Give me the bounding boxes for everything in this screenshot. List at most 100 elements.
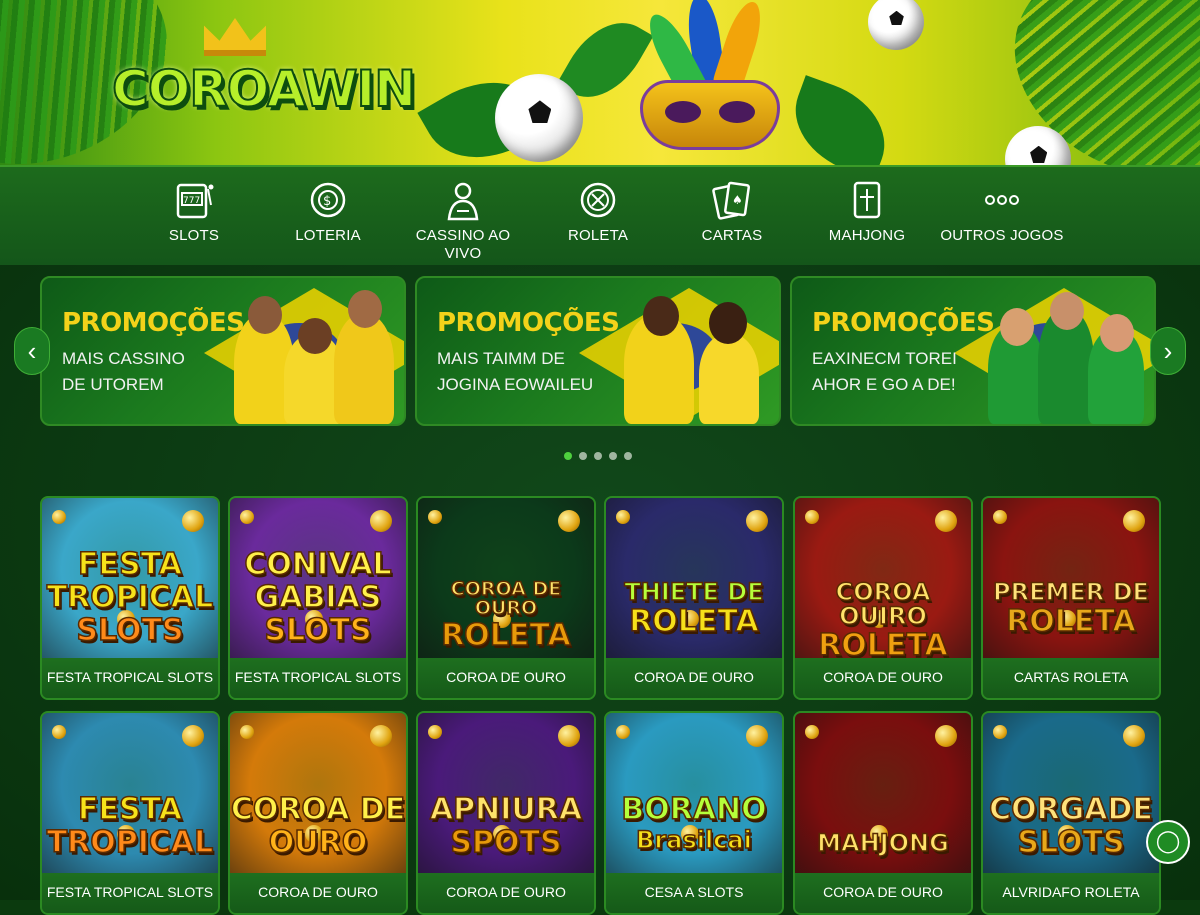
game-art-title-line: BORANO: [621, 792, 768, 827]
game-caption: COROA DE OURO ROLETA: [418, 658, 594, 698]
nav-slots[interactable]: 777 SLOTS: [129, 177, 259, 263]
gold-coin-icon: [558, 510, 580, 532]
game-card[interactable]: COROA DEOURO COROA DE OURO ROLETA: [228, 711, 408, 915]
fan-head: [1100, 314, 1134, 352]
game-art-title: FESTA TROPICAL SLOTS: [42, 547, 218, 649]
chat-bubble-icon: ◯: [1155, 828, 1181, 853]
game-caption: COROA DE OURO ROLETA: [795, 873, 971, 913]
nav-loteria[interactable]: $ LOTERIA: [263, 177, 393, 263]
game-thumbnail: CORGADE SLOTS: [983, 713, 1159, 873]
promo-banner-3[interactable]: PROMOÇÕES EAXINECM TOREI AHOR E GO A DE!: [790, 276, 1156, 426]
gold-coin-icon: [1123, 510, 1145, 532]
promo-title: PROMOÇÕES: [62, 308, 245, 338]
game-thumbnail: CONIVAL GABIAS SLOTS: [230, 498, 406, 658]
nav-cartas[interactable]: ♠ CARTAS: [667, 177, 797, 263]
game-art-title-line: MAHJONG: [816, 829, 949, 857]
nav-cassino-ao-vivo[interactable]: CASSINO AO VIVO: [398, 177, 528, 263]
game-card[interactable]: MAHJONG COROA DE OURO ROLETA: [793, 711, 973, 915]
game-thumbnail: COROA DE OURO ROLETA: [418, 498, 594, 658]
promo-banner-1[interactable]: PROMOÇÕES MAIS CASSINO DE UTOREM: [40, 276, 406, 426]
game-caption: ALVRIDAFO ROLETA: [983, 873, 1159, 913]
nav-roleta[interactable]: ROLETA: [533, 177, 663, 263]
promo-banner-2[interactable]: PROMOÇÕES MAIS TAIMM DE JOGINA EOWAILEU: [415, 276, 781, 426]
gold-coin-icon: [370, 725, 392, 747]
game-card[interactable]: FESTA TROPICAL SLOTS FESTA TROPICAL SLOTS: [40, 496, 220, 700]
game-art-title: MAHJONG: [795, 829, 971, 858]
game-art-title: APNIURA SPOTS: [418, 794, 594, 861]
gold-coin-icon: [935, 510, 957, 532]
promo-subtitle: MAIS TAIMM DE JOGINA EOWAILEU: [437, 349, 594, 394]
chat-support-button[interactable]: ◯: [1146, 820, 1190, 864]
game-art-title-line: ROLETA: [440, 618, 571, 653]
gold-coin-icon: [370, 510, 392, 532]
game-card[interactable]: BORANO Brasilcai CESA A SLOTS: [604, 711, 784, 915]
game-thumbnail: BORANO Brasilcai: [606, 713, 782, 873]
game-art-title-line: FESTA: [77, 547, 182, 582]
game-thumbnail: MAHJONG: [795, 713, 971, 873]
game-thumbnail: THIETE DE ROLETA: [606, 498, 782, 658]
gold-coin-icon: [746, 725, 768, 747]
nav-mahjong[interactable]: MAHJONG: [802, 177, 932, 263]
gold-coin-icon: [52, 510, 66, 524]
game-art-title-line: TROPICAL: [46, 825, 214, 860]
game-art-title-line: PREMER DE: [992, 578, 1149, 606]
game-art-title-line: COROA DE: [230, 792, 406, 827]
live-dealer-icon: [443, 177, 483, 223]
carousel-dot[interactable]: [624, 452, 632, 460]
game-caption: COROA DE OURO ROLETA: [418, 873, 594, 913]
game-art-title-line: THIETE DE: [624, 578, 765, 606]
carousel-pagination: [564, 447, 639, 460]
game-art-title-line: CORGADE: [988, 792, 1153, 827]
gold-coin-icon: [240, 725, 254, 739]
game-card[interactable]: COROA OUIROROLETACOROA DE OURO ROLETA: [793, 496, 973, 700]
nav-outros-jogos[interactable]: OUTROS JOGOS: [937, 177, 1067, 263]
game-art-title: COROA DE OURO: [230, 792, 406, 861]
gold-coin-icon: [805, 510, 819, 524]
gold-coin-icon: [805, 725, 819, 739]
carnival-mask: [640, 80, 780, 150]
game-card[interactable]: COROA DE OUROROLETACOROA DE OURO ROLETA: [416, 496, 596, 700]
game-art-title-line: OURO: [268, 825, 368, 860]
game-art-title-line: FESTA: [77, 792, 182, 827]
game-card[interactable]: APNIURASPOTS COROA DE OURO ROLETA: [416, 711, 596, 915]
carousel-dot[interactable]: [564, 452, 572, 460]
promo-subtitle: EAXINECM TOREI AHOR E GO A DE!: [812, 349, 957, 394]
game-thumbnail: FESTA TROPICAL: [42, 713, 218, 873]
category-nav: 777 SLOTS $ LOTERIA CASSINO AO VIVO ROLE…: [0, 165, 1200, 265]
game-card[interactable]: PREMER DE ROLETA CARTAS ROLETA: [981, 496, 1161, 700]
gold-coin-icon: [558, 725, 580, 747]
game-caption: FESTA TROPICAL SLOTS: [42, 873, 218, 913]
carousel-next-button[interactable]: ›: [1150, 327, 1186, 375]
nav-label: LOTERIA: [295, 227, 361, 244]
game-caption: FESTA TROPICAL SLOTS: [42, 658, 218, 698]
slot-machine-icon: 777: [174, 177, 214, 223]
brand-logo[interactable]: COROAWIN: [111, 18, 417, 138]
carousel-dot[interactable]: [594, 452, 602, 460]
more-dots-icon: [982, 177, 1022, 223]
carousel-prev-button[interactable]: ‹: [14, 327, 50, 375]
game-caption: CESA A SLOTS: [606, 873, 782, 913]
nav-label: ROLETA: [567, 227, 629, 244]
game-caption: FESTA TROPICAL SLOTS: [230, 658, 406, 698]
gold-coin-icon: [428, 725, 442, 739]
svg-text:$: $: [323, 194, 331, 209]
svg-text:♠: ♠: [732, 193, 743, 207]
playing-cards-icon: ♠: [712, 177, 752, 223]
game-art-title: FESTA TROPICAL: [42, 792, 218, 861]
carousel-dot[interactable]: [609, 452, 617, 460]
game-art-title-line: ROLETA: [1005, 604, 1136, 639]
game-card[interactable]: CORGADE SLOTS ALVRIDAFO ROLETA: [981, 711, 1161, 915]
nav-label: OUTROS JOGOS: [940, 227, 1064, 244]
game-card[interactable]: FESTA TROPICAL FESTA TROPICAL SLOTS: [40, 711, 220, 915]
game-art-title-line: TROPICAL: [46, 580, 214, 615]
game-thumbnail: FESTA TROPICAL SLOTS: [42, 498, 218, 658]
game-caption: COROA DE OURO ROLETA: [795, 658, 971, 698]
game-art-title: COROA OUIRO ROLETA: [795, 579, 971, 658]
game-card[interactable]: CONIVAL GABIAS SLOTS FESTA TROPICAL SLOTS: [228, 496, 408, 700]
logo-text: COROAWIN: [111, 59, 417, 119]
promo-title: PROMOÇÕES: [812, 308, 995, 338]
carousel-dot[interactable]: [579, 452, 587, 460]
fan-head: [1000, 308, 1034, 346]
game-card[interactable]: THIETE DEROLETA COROA DE OURO ROLETA: [604, 496, 784, 700]
game-art-title-line: ROLETA: [817, 628, 948, 658]
